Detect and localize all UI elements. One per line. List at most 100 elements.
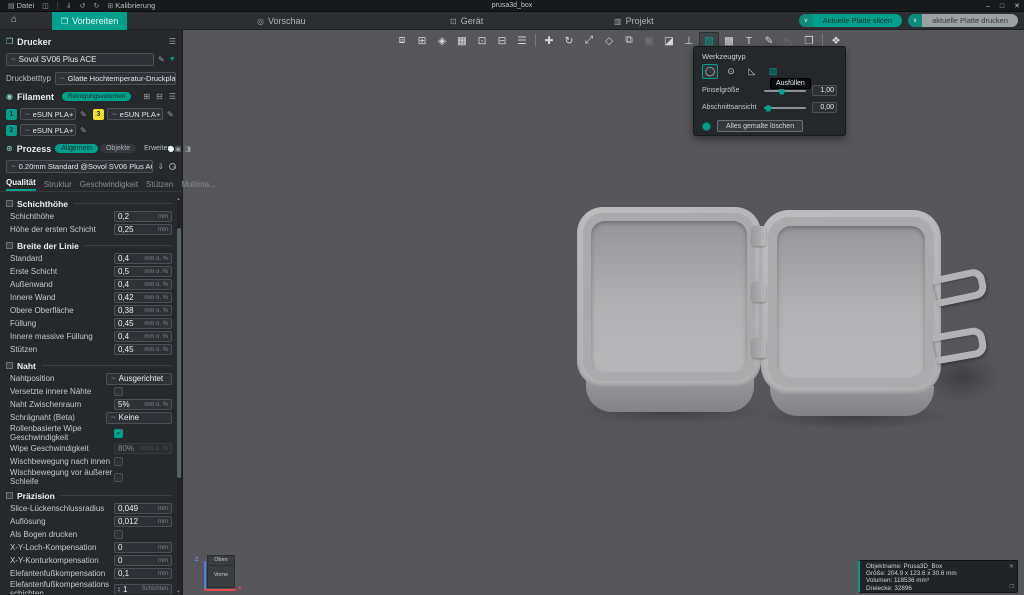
tab-project[interactable]: ▥ Projekt (605, 12, 663, 30)
add-object-icon[interactable]: ⧈ (392, 32, 412, 49)
param-input[interactable]: 0,5 mm o. % (114, 266, 172, 277)
process-tab[interactable]: Multima... (181, 180, 216, 191)
triangle-brush-icon[interactable]: ◺ (744, 64, 760, 79)
filament-color-swatch[interactable]: 2 (6, 125, 17, 136)
print-plate-button[interactable]: ∨ aktuelle Platte drucken (908, 14, 1018, 27)
process-tab[interactable]: Struktur (44, 180, 72, 191)
view-top-face[interactable]: Oben (208, 557, 234, 566)
section-view-slider[interactable] (764, 107, 806, 109)
add-plate-icon[interactable]: ⊞ (412, 32, 432, 49)
undo-button[interactable]: ↺ (80, 2, 86, 10)
scope-objects-button[interactable]: Objekte (100, 144, 136, 153)
tab-device[interactable]: ⊡ Gerät (441, 12, 492, 30)
box-lid[interactable] (577, 207, 761, 387)
printer-settings-icon[interactable]: ☰ (169, 37, 176, 46)
filament-preset-select[interactable]: eSUN PLA+ (20, 108, 76, 120)
remove-filament-icon[interactable]: ⊟ (156, 92, 163, 101)
maximize-button[interactable]: □ (1000, 3, 1004, 10)
scale-icon[interactable]: ⤢ (579, 32, 599, 49)
home-button[interactable]: ⌂ (6, 14, 22, 28)
edit-printer-icon[interactable]: ✎ (158, 55, 165, 64)
param-input[interactable]: 0,38 mm o. % (114, 305, 172, 316)
filament-settings-icon[interactable]: ☰ (169, 92, 176, 101)
param-select[interactable]: Ausgerichtet (106, 373, 172, 385)
calibration-menu[interactable]: ⊞ Kalibrierung (107, 1, 155, 10)
param-section-header[interactable]: Breite der Linie (6, 239, 172, 252)
close-icon[interactable]: ✕ (1009, 563, 1014, 570)
bed-type-select[interactable]: Glatte Hochtemperatur-Druckplatte (55, 72, 176, 85)
save-preset-icon[interactable]: ⇓ (157, 162, 164, 171)
param-input[interactable]: 0,45 mm o. % (114, 318, 172, 329)
param-section-header[interactable]: Schichthöhe (6, 197, 172, 210)
scroll-down-icon[interactable]: ▼ (176, 589, 181, 594)
erase-all-button[interactable]: Alles gemalte löschen (717, 120, 803, 132)
param-checkbox[interactable] (114, 473, 123, 482)
param-input[interactable]: 0,4 mm o. % (114, 253, 172, 264)
params-scrollbar[interactable]: ▲ ▼ (177, 196, 181, 594)
param-input[interactable]: 80% mm/s o. % (114, 443, 172, 454)
filament-color-swatch[interactable]: 1 (6, 109, 17, 120)
flush-volumes-button[interactable]: Reinigungsvolumen (62, 92, 131, 101)
layout-button[interactable]: ◫ (42, 2, 49, 10)
pin-icon[interactable]: ❒ (1010, 584, 1014, 590)
param-input[interactable]: 0,1 mm (114, 568, 172, 579)
view-all-settings-icon[interactable]: ◨ (184, 145, 191, 153)
slice-plate-button[interactable]: ∨ Aktuelle Platte slicen (799, 14, 902, 27)
view-cube[interactable]: Oben Vorne (207, 555, 235, 588)
save-button[interactable]: ⇓ (66, 2, 72, 10)
tab-preview[interactable]: ◎ Vorschau (248, 12, 315, 30)
filament-preset-select[interactable]: eSUN PLA+ (20, 124, 76, 136)
param-input[interactable]: 0,25 mm (114, 224, 172, 235)
mesh-boolean-icon[interactable]: ⧉ (619, 32, 639, 49)
box-base[interactable] (761, 210, 941, 394)
compare-presets-icon[interactable]: ▣ (175, 145, 182, 153)
add-filament-icon[interactable]: ⊞ (143, 92, 150, 101)
param-section-header[interactable]: Präzision (6, 489, 172, 502)
slider-thumb[interactable] (765, 105, 772, 112)
toolbar-icon[interactable] (532, 32, 539, 49)
print-dropdown-icon[interactable]: ∨ (908, 14, 922, 27)
edit-filament-icon[interactable]: ✎ (80, 110, 87, 119)
param-input[interactable]: 0,012 mm (114, 516, 172, 527)
brush-size-value[interactable]: 1,00 (812, 85, 837, 96)
printer-preset-select[interactable]: Sovol SV06 Plus ACE (6, 53, 154, 66)
param-input[interactable]: 0 mm (114, 542, 172, 553)
process-tab[interactable]: Geschwindigkeit (80, 180, 138, 191)
param-input[interactable]: 0,42 mm o. % (114, 292, 172, 303)
edit-filament-icon[interactable]: ✎ (167, 110, 174, 119)
param-checkbox[interactable] (114, 429, 123, 438)
param-input[interactable]: 0,45 mm o. % (114, 344, 172, 355)
view-front-face[interactable]: Vorne (208, 572, 234, 578)
circle-brush-icon[interactable]: ◯ (702, 64, 718, 79)
filament-color-swatch[interactable]: 3 (93, 109, 104, 120)
scroll-up-icon[interactable]: ▲ (176, 196, 181, 201)
auto-orient-icon[interactable]: ◈ (432, 32, 452, 49)
sphere-brush-icon[interactable]: ⊙ (723, 64, 739, 79)
process-tab[interactable]: Stützen (146, 180, 173, 191)
redo-button[interactable]: ↻ (94, 2, 100, 10)
file-menu[interactable]: ▤ Datei (8, 1, 34, 10)
minimize-button[interactable]: – (986, 3, 990, 10)
param-input[interactable]: 0 mm (114, 555, 172, 566)
fill-tool-icon[interactable]: ▨ (765, 64, 781, 79)
param-select[interactable]: Keine (106, 412, 172, 424)
param-input[interactable]: 0,2 mm (114, 211, 172, 222)
scope-global-button[interactable]: Allgemein (55, 144, 98, 153)
split-to-objects-icon[interactable]: ⊡ (472, 32, 492, 49)
filament-preset-select[interactable]: eSUN PLA+ (107, 108, 163, 120)
seam-painting-icon[interactable]: ◪ (659, 32, 679, 49)
viewport-3d[interactable] (184, 30, 1024, 595)
param-input[interactable]: 0,4 mm o. % (114, 279, 172, 290)
clone-icon[interactable]: ▣ (639, 32, 659, 49)
brush-size-slider[interactable] (764, 90, 806, 92)
param-checkbox[interactable] (114, 457, 123, 466)
process-tab[interactable]: Qualität (6, 178, 36, 191)
param-checkbox[interactable] (114, 387, 123, 396)
slice-dropdown-icon[interactable]: ∨ (799, 14, 813, 27)
arrange-icon[interactable]: ▦ (452, 32, 472, 49)
param-input[interactable]: 5% mm o. % (114, 399, 172, 410)
scrollbar-thumb[interactable] (177, 228, 181, 478)
param-checkbox[interactable] (114, 530, 123, 539)
param-input[interactable]: 0,4 mm o. % (114, 331, 172, 342)
param-spinner[interactable]: ▴▾ 1 Schichten (114, 584, 172, 595)
